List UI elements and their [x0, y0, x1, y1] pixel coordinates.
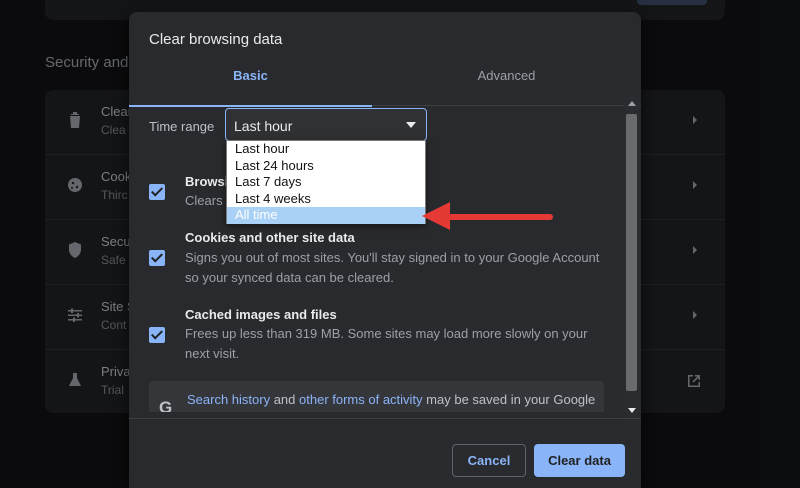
search-history-link[interactable]: Search history [187, 392, 270, 407]
option-title: Cookies and other site data [185, 230, 355, 245]
clear-data-button[interactable]: Clear data [534, 444, 625, 477]
other-activity-link[interactable]: other forms of activity [299, 392, 423, 407]
dialog-tabs: Basic Advanced [129, 64, 641, 107]
caret-down-icon [406, 122, 416, 128]
option-description: Signs you out of most sites. You'll stay… [185, 250, 600, 285]
time-range-label: Time range [149, 119, 215, 134]
scroll-up-icon[interactable] [628, 101, 636, 106]
dialog-title: Clear browsing data [149, 31, 283, 48]
time-range-option[interactable]: Last 7 days [227, 174, 425, 191]
tab-advanced[interactable]: Advanced [372, 64, 641, 106]
google-account-info: G Search history and other forms of acti… [149, 381, 604, 412]
dialog-scrollbar[interactable] [624, 97, 640, 417]
time-range-option[interactable]: Last 4 weeks [227, 191, 425, 208]
option-description: Frees up less than 319 MB. Some sites ma… [185, 326, 588, 361]
time-range-value: Last hour [234, 118, 293, 134]
scroll-down-icon[interactable] [628, 408, 636, 413]
google-g-icon: G [159, 398, 173, 412]
browsing-history-checkbox[interactable] [149, 184, 165, 200]
time-range-dropdown-list: Last hour Last 24 hours Last 7 days Last… [226, 140, 426, 224]
cancel-button[interactable]: Cancel [452, 444, 526, 477]
time-range-option[interactable]: Last hour [227, 141, 425, 158]
time-range-option-all-time[interactable]: All time [227, 207, 425, 224]
info-text: Search history and other forms of activi… [187, 390, 599, 412]
option-title: Cached images and files [185, 307, 337, 322]
time-range-option[interactable]: Last 24 hours [227, 158, 425, 175]
info-text-part: and [270, 392, 300, 407]
annotation-arrow-icon [422, 202, 553, 230]
cached-images-checkbox[interactable] [149, 327, 165, 343]
cookies-checkbox[interactable] [149, 250, 165, 266]
dialog-footer: Cancel Clear data [129, 418, 641, 488]
time-range-select[interactable]: Last hour [225, 108, 427, 141]
tab-basic[interactable]: Basic [129, 64, 372, 107]
clear-browsing-data-dialog: Clear browsing data Basic Advanced Time … [129, 12, 641, 488]
scrollbar-thumb[interactable] [626, 114, 637, 391]
option-title: Browsi [185, 174, 229, 189]
